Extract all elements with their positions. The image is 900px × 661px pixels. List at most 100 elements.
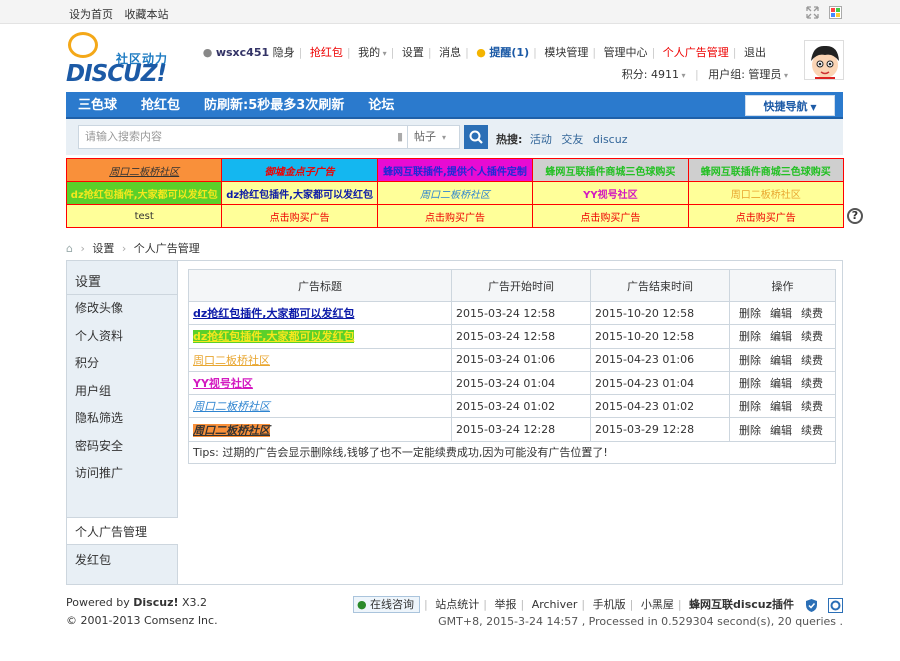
delete-button[interactable]: 删除 <box>739 377 761 390</box>
ad-slot[interactable]: YY视号社区 <box>532 181 689 205</box>
search-input[interactable]: 请输入搜索内容 ▮ <box>78 125 408 149</box>
shield-icon[interactable] <box>804 598 819 613</box>
renew-button[interactable]: 续费 <box>801 377 823 390</box>
ad-slot[interactable]: 蜂网互联插件商城三色球购买 <box>532 158 689 182</box>
renew-button[interactable]: 续费 <box>801 354 823 367</box>
edit-button[interactable]: 编辑 <box>770 424 792 437</box>
sidebar-item-personal-ads[interactable]: 个人广告管理 <box>67 517 178 545</box>
messages-link[interactable]: 消息 <box>439 46 461 59</box>
hot-keyword[interactable]: discuz <box>593 133 628 146</box>
hot-keyword[interactable]: 活动 <box>530 133 552 146</box>
style-switch-icon[interactable] <box>829 5 842 19</box>
credits-link[interactable]: 积分: 4911 <box>622 68 679 81</box>
delete-button[interactable]: 删除 <box>739 400 761 413</box>
delete-button[interactable]: 删除 <box>739 424 761 437</box>
logout-link[interactable]: 退出 <box>744 46 766 59</box>
quick-nav-button[interactable]: 快捷导航 ▼ <box>745 95 835 116</box>
set-home-link[interactable]: 设为首页 <box>69 8 113 21</box>
ad-title-link[interactable]: dz抢红包插件,大家都可以发红包 <box>193 307 354 320</box>
ad-slot[interactable]: 周口二板桥社区 <box>687 181 845 205</box>
ad-slot[interactable]: 点击购买广告 <box>221 204 378 228</box>
home-icon[interactable]: ⌂ <box>66 242 73 255</box>
ad-slot[interactable]: 点击购买广告 <box>532 204 689 228</box>
ad-slot-label: 蜂网互联插件商城三色球购买 <box>545 166 676 178</box>
ad-slot[interactable]: 蜂网互联插件商城三色球购买 <box>687 158 845 182</box>
module-manage-link[interactable]: 模块管理 <box>544 46 588 59</box>
admin-center-link[interactable]: 管理中心 <box>604 46 648 59</box>
edit-button[interactable]: 编辑 <box>770 330 792 343</box>
ad-title-link[interactable]: dz抢红包插件,大家都可以发红包 <box>193 330 355 344</box>
sidebar-item-promotion[interactable]: 访问推广 <box>67 460 177 488</box>
ad-slot[interactable]: 点击购买广告 <box>376 204 534 228</box>
red-packet-link[interactable]: 抢红包 <box>310 46 343 59</box>
nav-item-forum[interactable]: 论坛 <box>356 92 406 119</box>
reminder-link[interactable]: 提醒(1) <box>489 46 529 59</box>
edit-button[interactable]: 编辑 <box>770 307 792 320</box>
invisible-toggle[interactable]: 隐身 <box>273 46 295 59</box>
ad-slot[interactable]: 周口二板桥社区 <box>65 158 223 182</box>
ad-ops-cell: 删除 编辑 续费 <box>729 324 836 349</box>
discuz-link[interactable]: Discuz! <box>133 596 178 609</box>
ad-title-link[interactable]: 周口二板桥社区 <box>193 400 270 413</box>
ad-slot[interactable]: 点击购买广告 <box>687 204 845 228</box>
username-link[interactable]: wsxc451 <box>216 46 269 59</box>
delete-button[interactable]: 删除 <box>739 354 761 367</box>
sidebar-item-privacy[interactable]: 隐私筛选 <box>67 405 177 433</box>
user-menu: ● wsxc451 隐身 | 抢红包 | 我的 ▾ | 设置 | 消息 | ● 提醒(1)… <box>202 46 766 59</box>
certificate-icon[interactable] <box>828 597 843 613</box>
ad-slot[interactable]: dz抢红包插件,大家都可以发红包 <box>65 181 223 205</box>
sidebar-item-credits[interactable]: 积分 <box>67 350 177 378</box>
microphone-icon[interactable]: ▮ <box>397 126 403 148</box>
ad-slot[interactable]: test <box>65 204 223 228</box>
nav-item-anti-refresh[interactable]: 防刷新:5秒最多3次刷新 <box>192 92 356 119</box>
search-scope-select[interactable]: 帖子 ▾ <box>408 125 460 149</box>
footer-link-mobile[interactable]: 手机版 <box>593 598 626 611</box>
footer-timing: GMT+8, 2015-3-24 14:57 , Processed in 0.… <box>438 615 843 628</box>
settings-link[interactable]: 设置 <box>402 46 424 59</box>
sidebar-item-send-red-packet[interactable]: 发红包 <box>67 546 111 574</box>
nav-item-sanseqiu[interactable]: 三色球 <box>66 92 129 119</box>
ad-title-link[interactable]: 周口二板桥社区 <box>193 423 270 437</box>
bookmark-link[interactable]: 收藏本站 <box>125 8 169 21</box>
ad-title-link[interactable]: 周口二板桥社区 <box>193 354 270 367</box>
renew-button[interactable]: 续费 <box>801 400 823 413</box>
renew-button[interactable]: 续费 <box>801 307 823 320</box>
edit-button[interactable]: 编辑 <box>770 377 792 390</box>
search-bar: 请输入搜索内容 ▮ 帖子 ▾ 热搜: 活动 交友 discuz <box>66 119 843 155</box>
breadcrumb-settings[interactable]: 设置 <box>92 242 114 255</box>
edit-button[interactable]: 编辑 <box>770 354 792 367</box>
ad-start-time: 2015-03-24 12:58 <box>451 300 591 326</box>
footer-link-blackroom[interactable]: 小黑屋 <box>641 598 674 611</box>
mine-menu[interactable]: 我的 <box>358 46 380 59</box>
search-button[interactable] <box>464 125 488 149</box>
online-consult-button[interactable]: ● 在线咨询 <box>352 596 421 613</box>
delete-button[interactable]: 删除 <box>739 307 761 320</box>
delete-button[interactable]: 删除 <box>739 330 761 343</box>
footer-link-stats[interactable]: 站点统计 <box>435 598 479 611</box>
personal-ads-link[interactable]: 个人广告管理 <box>663 46 729 59</box>
footer-link-report[interactable]: 举报 <box>494 598 516 611</box>
sidebar-item-usergroup[interactable]: 用户组 <box>67 378 177 406</box>
hot-keyword[interactable]: 交友 <box>561 133 583 146</box>
renew-button[interactable]: 续费 <box>801 330 823 343</box>
sidebar-item-password[interactable]: 密码安全 <box>67 433 177 461</box>
sidebar-item-profile[interactable]: 个人资料 <box>67 323 177 351</box>
ad-title-link[interactable]: YY视号社区 <box>193 377 253 390</box>
sidebar-item-avatar[interactable]: 修改头像 <box>67 295 177 323</box>
ad-slot[interactable]: 周口二板桥社区 <box>376 181 534 205</box>
help-icon[interactable]: ? <box>847 208 863 224</box>
ad-slot[interactable]: dz抢红包插件,大家都可以发红包 <box>221 181 378 205</box>
footer-link-archiver[interactable]: Archiver <box>532 598 578 611</box>
ad-slot[interactable]: 御墟金点子广告 <box>221 158 378 182</box>
avatar[interactable] <box>804 40 844 80</box>
site-logo[interactable]: 社区动力 DISCUZ! <box>66 30 176 87</box>
fullscreen-icon[interactable] <box>805 5 819 19</box>
ad-end-time: 2015-03-29 12:28 <box>590 417 730 442</box>
usergroup-link[interactable]: 用户组: 管理员 <box>708 68 781 81</box>
chat-icon: ● <box>356 598 367 611</box>
footer-link-brand[interactable]: 蜂网互联discuz插件 <box>689 598 794 611</box>
renew-button[interactable]: 续费 <box>801 424 823 437</box>
ad-slot[interactable]: 蜂网互联插件,提供个人插件定制 <box>376 158 534 182</box>
nav-item-red-packet[interactable]: 抢红包 <box>129 92 192 119</box>
edit-button[interactable]: 编辑 <box>770 400 792 413</box>
